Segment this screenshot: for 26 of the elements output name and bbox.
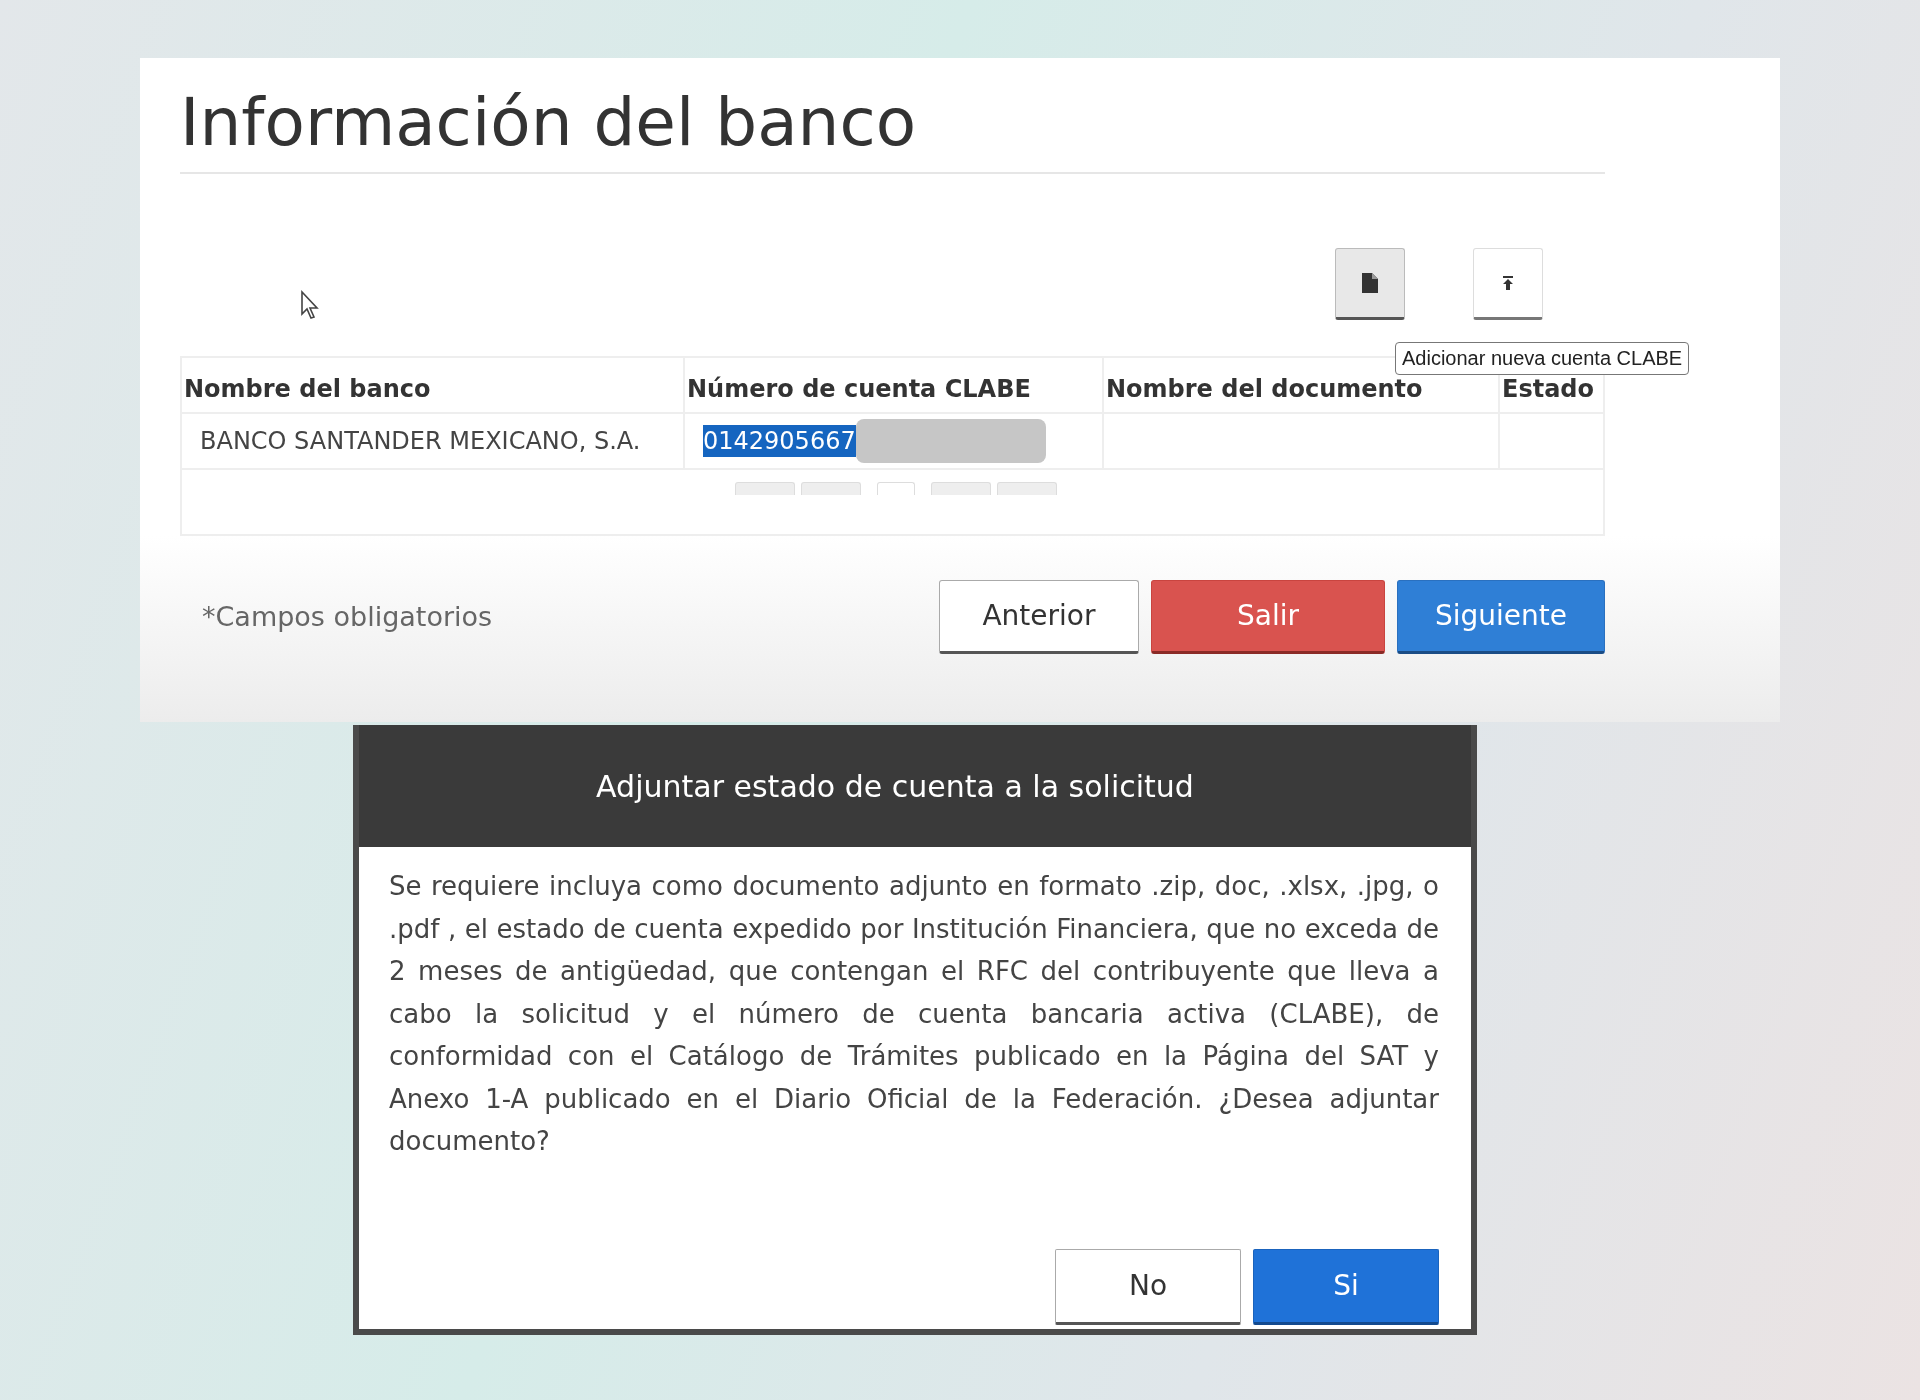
nav-button[interactable]: Anterior [939, 579, 1139, 654]
dialog-message: Se requiere incluya como documento adjunto en formato .zip, doc, .xlsx, .jpg, o .pdf , el estado de cuenta expedido por Institución Financiera, que no exceda de 2 meses de antigüedad, que contengan el RFC del contribuyente que lleva a cabo la solicitud y el número de cuenta bancaria activa (CLABE), de conformidad con el Catálogo de Trámites publicado en la Página del SAT y Anexo 1-A publicado en el Diario Oficial de la Federación. ¿Desea adjuntar documento? [389, 870, 1439, 1158]
pager-button[interactable] [801, 481, 861, 495]
upload-icon [1502, 274, 1514, 291]
column-header: Número de cuenta CLABE [687, 376, 1031, 401]
document-button[interactable] [1335, 247, 1405, 320]
nav-button[interactable]: Siguiente [1397, 579, 1605, 654]
dialog-button[interactable]: Si [1253, 1248, 1439, 1325]
required-fields-note: *Campos obligatorios [201, 601, 493, 633]
table-cell: BANCO SANTANDER MEXICANO, S.A. [182, 413, 685, 468]
upload-button[interactable] [1473, 247, 1543, 320]
pager-button[interactable] [877, 481, 915, 495]
tooltip: Adicionar nueva cuenta CLABE [1395, 341, 1690, 375]
pager-button[interactable] [931, 481, 991, 495]
dialog-button[interactable]: No [1055, 1248, 1241, 1325]
pointer-icon [300, 289, 322, 320]
column-header: Estado [1502, 376, 1594, 401]
nav-button[interactable]: Salir [1151, 579, 1385, 654]
account-number: 0142905667 [703, 424, 856, 457]
dialog-title: Adjuntar estado de cuenta a la solicitud [596, 768, 1194, 804]
column-header: Nombre del banco [184, 376, 431, 401]
column-header: Nombre del documento [1106, 376, 1423, 401]
pager-button[interactable] [997, 481, 1057, 495]
page-title: Información del banco [180, 83, 918, 163]
pager-button[interactable] [735, 481, 795, 495]
document-icon [1361, 271, 1379, 294]
